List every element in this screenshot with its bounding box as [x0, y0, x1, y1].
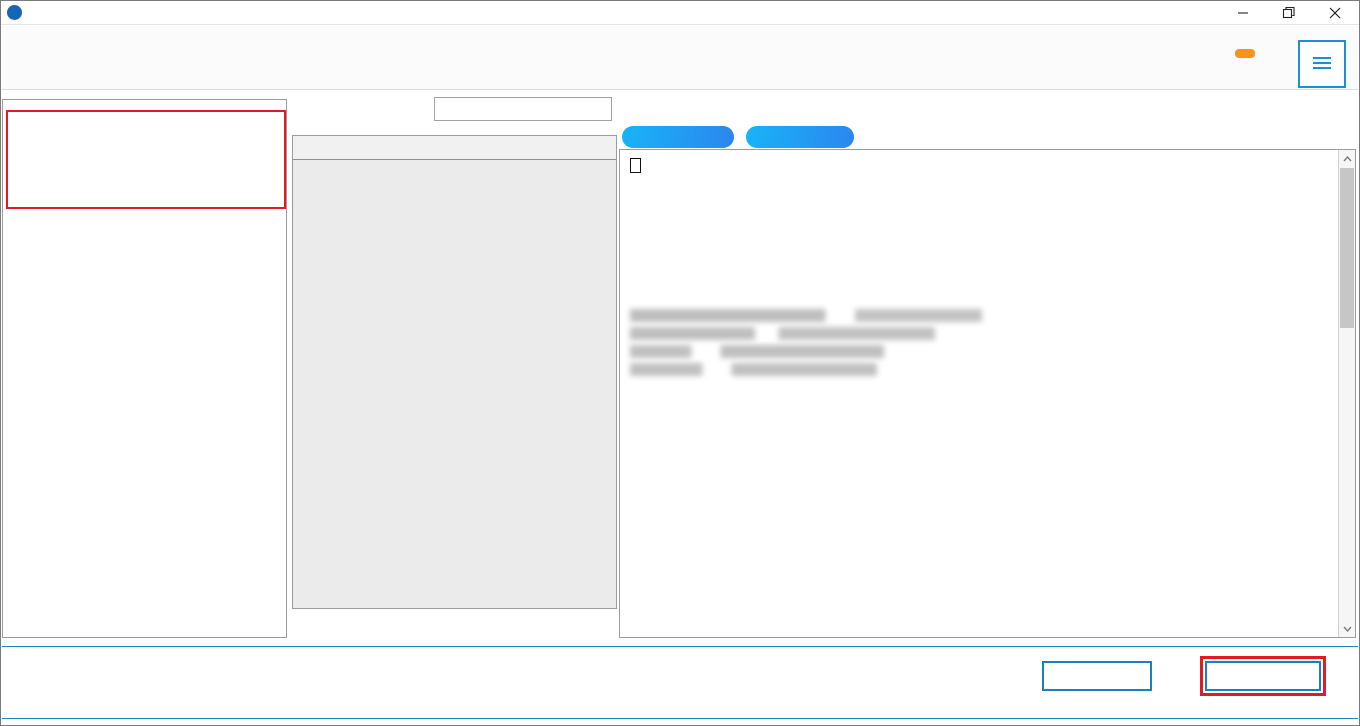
minimize-button[interactable]	[1220, 1, 1266, 25]
scroll-down-icon[interactable]	[1339, 620, 1355, 637]
previous-button[interactable]	[1042, 661, 1152, 691]
hamburger-icon-bar	[1313, 62, 1331, 64]
app-logo-icon	[7, 5, 22, 20]
message-body	[620, 150, 1338, 637]
hamburger-icon-bar	[1313, 67, 1331, 69]
close-icon	[1329, 7, 1341, 19]
reading-panel	[619, 91, 1358, 638]
message-grid-body[interactable]	[293, 160, 616, 608]
minimize-icon	[1238, 12, 1248, 14]
message-grid[interactable]	[292, 135, 617, 609]
folder-tree-panel[interactable]	[2, 99, 287, 638]
maximize-button[interactable]	[1266, 1, 1312, 25]
title-bar	[1, 1, 1359, 25]
main-area	[2, 91, 1358, 645]
scroll-up-icon[interactable]	[1339, 150, 1355, 167]
maximize-icon	[1282, 6, 1295, 19]
live-chat-button[interactable]	[1235, 49, 1255, 58]
application-window	[0, 0, 1360, 726]
search-input[interactable]	[434, 97, 612, 121]
preview-button[interactable]	[622, 126, 734, 148]
message-header	[622, 91, 1358, 148]
body-scrollbar[interactable]	[1338, 150, 1355, 637]
tree-highlight-box	[6, 110, 286, 209]
close-button[interactable]	[1312, 1, 1358, 25]
message-list-panel	[292, 91, 619, 638]
footer-divider-bottom	[2, 718, 1358, 719]
attachment-button[interactable]	[746, 126, 854, 148]
hamburger-icon-bar	[1313, 57, 1331, 59]
promo-banner	[2, 26, 1358, 90]
footer-divider-top	[2, 646, 1358, 647]
menu-button[interactable]	[1298, 40, 1346, 88]
next-button[interactable]	[1205, 661, 1321, 691]
scrollbar-thumb[interactable]	[1340, 168, 1354, 328]
message-body-box	[619, 149, 1356, 638]
message-grid-header	[293, 136, 616, 160]
redacted-signature	[630, 291, 1328, 376]
missing-glyph-box	[630, 158, 1328, 179]
